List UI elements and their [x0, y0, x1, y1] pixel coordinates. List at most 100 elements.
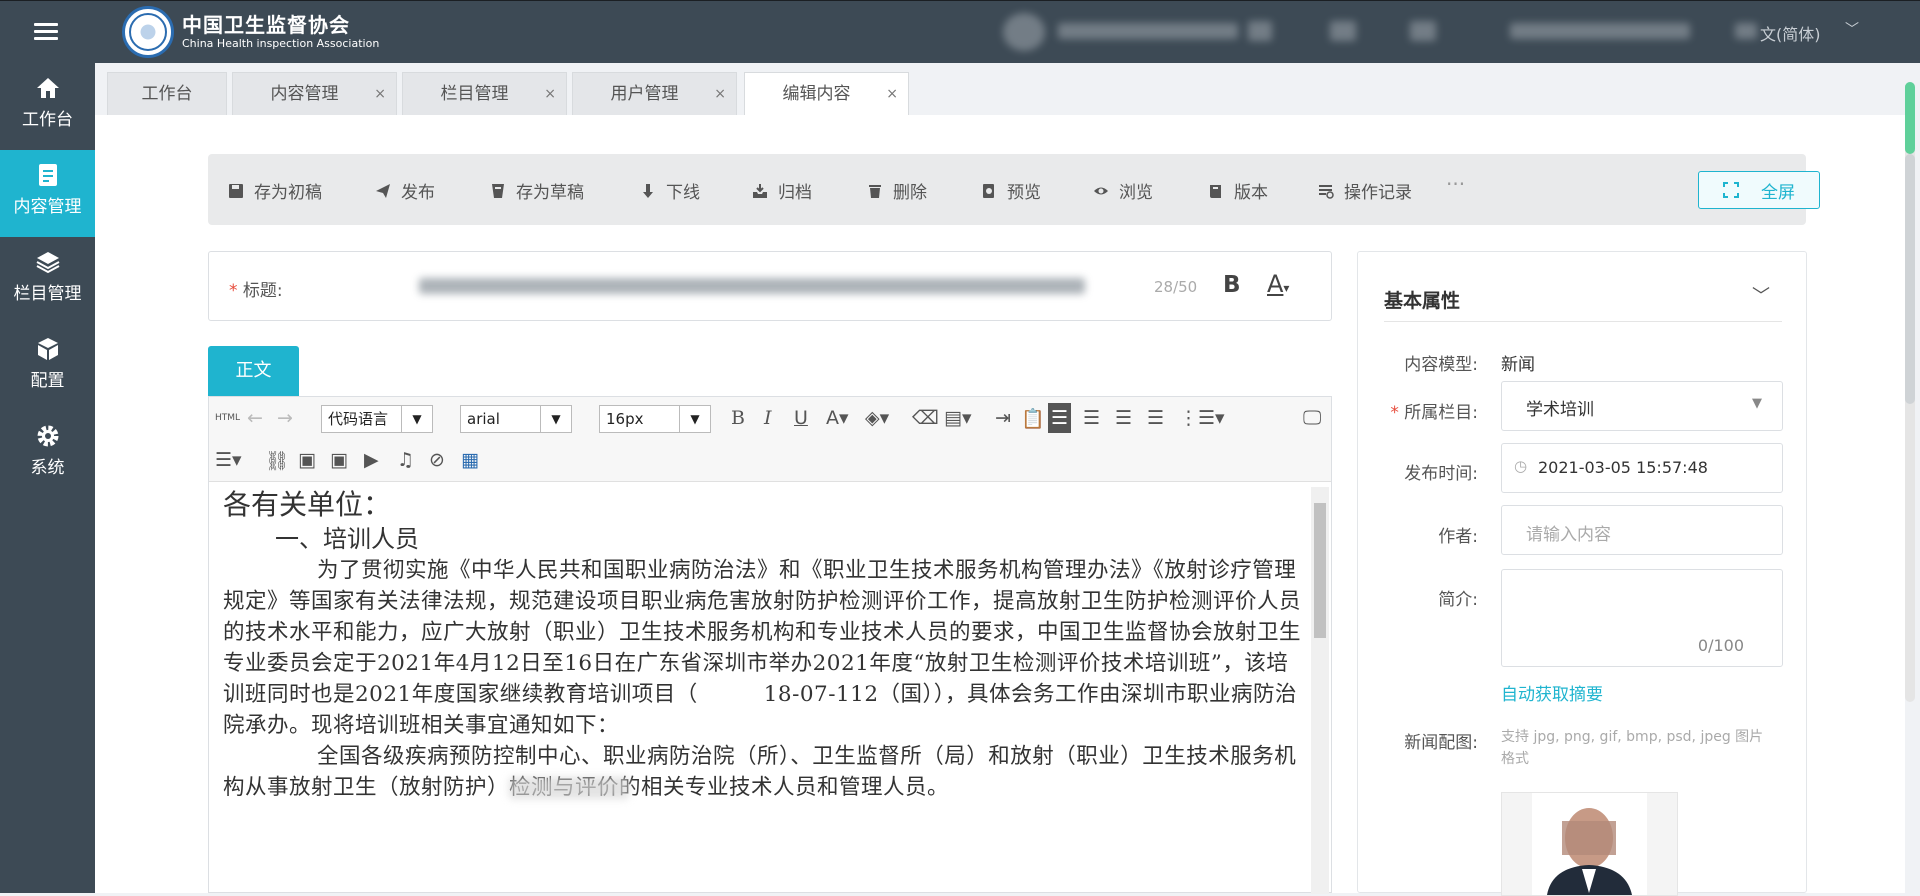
- column-select[interactable]: 学术培训 ▼: [1501, 381, 1783, 431]
- rich-text-editor: HTML ← → 代码语言 ▼ arial ▼ 16px ▼ B I U A▾ ◈▾ …: [208, 396, 1332, 894]
- save-initial-draft-button[interactable]: 存为初稿: [228, 178, 322, 203]
- cube-icon: [37, 338, 58, 360]
- fullscreen-button[interactable]: 全屏: [1698, 171, 1820, 209]
- link-icon[interactable]: ⛓: [265, 449, 289, 472]
- align-left-icon[interactable]: ☰: [1048, 403, 1072, 433]
- italic-icon[interactable]: I: [764, 407, 772, 429]
- image-icon[interactable]: ▣: [298, 449, 316, 471]
- header-icon-redacted[interactable]: [1330, 21, 1356, 41]
- operation-log-button[interactable]: 操作记录: [1318, 178, 1412, 203]
- fill-color-icon[interactable]: ◈▾: [865, 407, 889, 429]
- multi-image-icon[interactable]: ▣: [330, 449, 348, 471]
- header-icon-redacted[interactable]: [1410, 21, 1436, 41]
- action-toolbar: 存为初稿 发布 存为草稿 下线 归档 删除 预览 浏览 版本 操作记录 ··· …: [208, 154, 1820, 225]
- sidebar-item-workbench[interactable]: 工作台: [0, 63, 95, 150]
- tab-column-management[interactable]: 栏目管理 ×: [402, 72, 567, 115]
- html-source-icon[interactable]: HTML: [215, 413, 240, 423]
- chevron-down-icon[interactable]: ﹀: [1752, 282, 1770, 308]
- underline-icon[interactable]: U: [794, 407, 808, 429]
- close-icon[interactable]: ×: [886, 73, 898, 116]
- sidebar-item-column-management[interactable]: 栏目管理: [0, 237, 95, 324]
- undo-icon[interactable]: ←: [247, 407, 263, 429]
- close-icon[interactable]: ×: [374, 73, 386, 116]
- unordered-list-icon[interactable]: ☰▾: [215, 449, 242, 471]
- news-image-label: 新闻配图:: [1404, 733, 1478, 753]
- fullscreen-icon: [1723, 182, 1739, 198]
- title-input[interactable]: [419, 270, 1085, 302]
- font-family-select[interactable]: arial ▼: [460, 405, 572, 433]
- page-scrollbar[interactable]: [1905, 82, 1915, 702]
- news-image-thumbnail[interactable]: [1501, 792, 1678, 896]
- button-label: 归档: [778, 183, 812, 203]
- sidebar-item-config[interactable]: 配置: [0, 324, 95, 411]
- indent-icon[interactable]: ⇥: [995, 407, 1011, 429]
- more-actions-button[interactable]: ···: [1446, 172, 1465, 196]
- bold-icon[interactable]: B: [731, 407, 745, 429]
- redo-icon[interactable]: →: [277, 407, 293, 429]
- button-label: 发布: [401, 183, 435, 203]
- header-icon-redacted[interactable]: [1248, 21, 1272, 41]
- menu-toggle-icon[interactable]: [34, 23, 58, 41]
- delete-button[interactable]: 删除: [867, 178, 927, 203]
- properties-panel: 基本属性 ﹀ 内容模型: 新闻 * 所属栏目: 学术培训 ▼ 发布时间: ◷ 2…: [1357, 251, 1807, 896]
- language-icon: [1735, 23, 1757, 39]
- browse-button[interactable]: 浏览: [1093, 178, 1153, 203]
- sidebar-item-content-management[interactable]: 内容管理: [0, 150, 95, 237]
- close-icon[interactable]: ×: [714, 73, 726, 116]
- font-size-select[interactable]: 16px ▼: [599, 405, 711, 433]
- sidebar-item-system[interactable]: 系统: [0, 411, 95, 498]
- publish-button[interactable]: 发布: [375, 178, 435, 203]
- align-right-icon[interactable]: ☰: [1083, 407, 1100, 429]
- monitor-icon[interactable]: 🖵: [1303, 407, 1321, 429]
- tab-body[interactable]: 正文: [208, 346, 299, 396]
- attachment-icon[interactable]: ⊘: [429, 449, 445, 471]
- sidebar-item-label: 工作台: [22, 110, 73, 130]
- button-label: 操作记录: [1344, 183, 1412, 203]
- content-model-value: 新闻: [1501, 355, 1535, 375]
- version-button[interactable]: 版本: [1208, 178, 1268, 203]
- code-language-select[interactable]: 代码语言 ▼: [321, 405, 433, 433]
- offline-button[interactable]: 下线: [640, 178, 700, 203]
- video-icon[interactable]: ▶: [364, 449, 379, 471]
- log-icon: [1319, 184, 1334, 199]
- eraser-icon[interactable]: ⌫: [912, 407, 939, 429]
- close-icon[interactable]: ×: [544, 73, 556, 116]
- publish-time-label: 发布时间:: [1404, 464, 1478, 484]
- music-icon[interactable]: ♫: [397, 449, 414, 471]
- archive-button[interactable]: 归档: [752, 178, 812, 203]
- author-input[interactable]: 请输入内容: [1501, 505, 1783, 555]
- chevron-down-icon[interactable]: ﹀: [1845, 19, 1859, 39]
- word-import-icon[interactable]: ▦: [461, 449, 479, 471]
- publish-time-input[interactable]: ◷ 2021-03-05 15:57:48: [1501, 443, 1783, 493]
- document-paragraph: 为了贯彻实施《中华人民共和国职业病防治法》和《职业卫生技术服务机构管理办法》《放…: [223, 558, 1302, 738]
- tab-edit-content[interactable]: 编辑内容 ×: [744, 72, 909, 116]
- editor-content[interactable]: 各有关单位： 一、培训人员 为了贯彻实施《中华人民共和国职业病防治法》和《职业卫…: [223, 487, 1303, 803]
- paste-icon[interactable]: 📋: [1021, 407, 1045, 430]
- inbox-icon: [753, 183, 767, 198]
- font-color-icon: A: [1267, 270, 1284, 298]
- align-center-icon[interactable]: ☰: [1115, 407, 1132, 429]
- preview-button[interactable]: 预览: [981, 178, 1041, 203]
- paragraph-format-icon[interactable]: ▤▾: [944, 407, 972, 429]
- save-icon: [229, 183, 243, 198]
- font-color-icon[interactable]: A▾: [826, 407, 849, 429]
- ordered-list-icon[interactable]: ⋮☰▾: [1179, 407, 1225, 429]
- summary-textarea[interactable]: 0/100: [1501, 569, 1783, 667]
- editor-scrollbar[interactable]: [1311, 487, 1329, 894]
- title-color-button[interactable]: A▾: [1267, 270, 1289, 298]
- summary-label: 简介:: [1438, 590, 1478, 610]
- top-bar: 中国卫生监督协会 China Health inspection Associa…: [0, 0, 1920, 63]
- tab-label: 内容管理: [270, 84, 339, 104]
- auto-summary-link[interactable]: 自动获取摘要: [1501, 680, 1603, 705]
- bold-toggle-button[interactable]: B: [1223, 272, 1241, 298]
- language-selector[interactable]: 文(简体): [1760, 21, 1821, 45]
- required-mark: *: [229, 281, 238, 301]
- user-avatar[interactable]: [1003, 13, 1045, 51]
- align-justify-icon[interactable]: ☰: [1147, 407, 1164, 429]
- tab-user-management[interactable]: 用户管理 ×: [572, 72, 737, 115]
- tab-workbench[interactable]: 工作台: [107, 72, 227, 115]
- divider: [1384, 321, 1782, 322]
- save-draft-button[interactable]: 存为草稿: [490, 178, 584, 203]
- tab-content-management[interactable]: 内容管理 ×: [232, 72, 397, 115]
- preview-icon: [983, 183, 994, 198]
